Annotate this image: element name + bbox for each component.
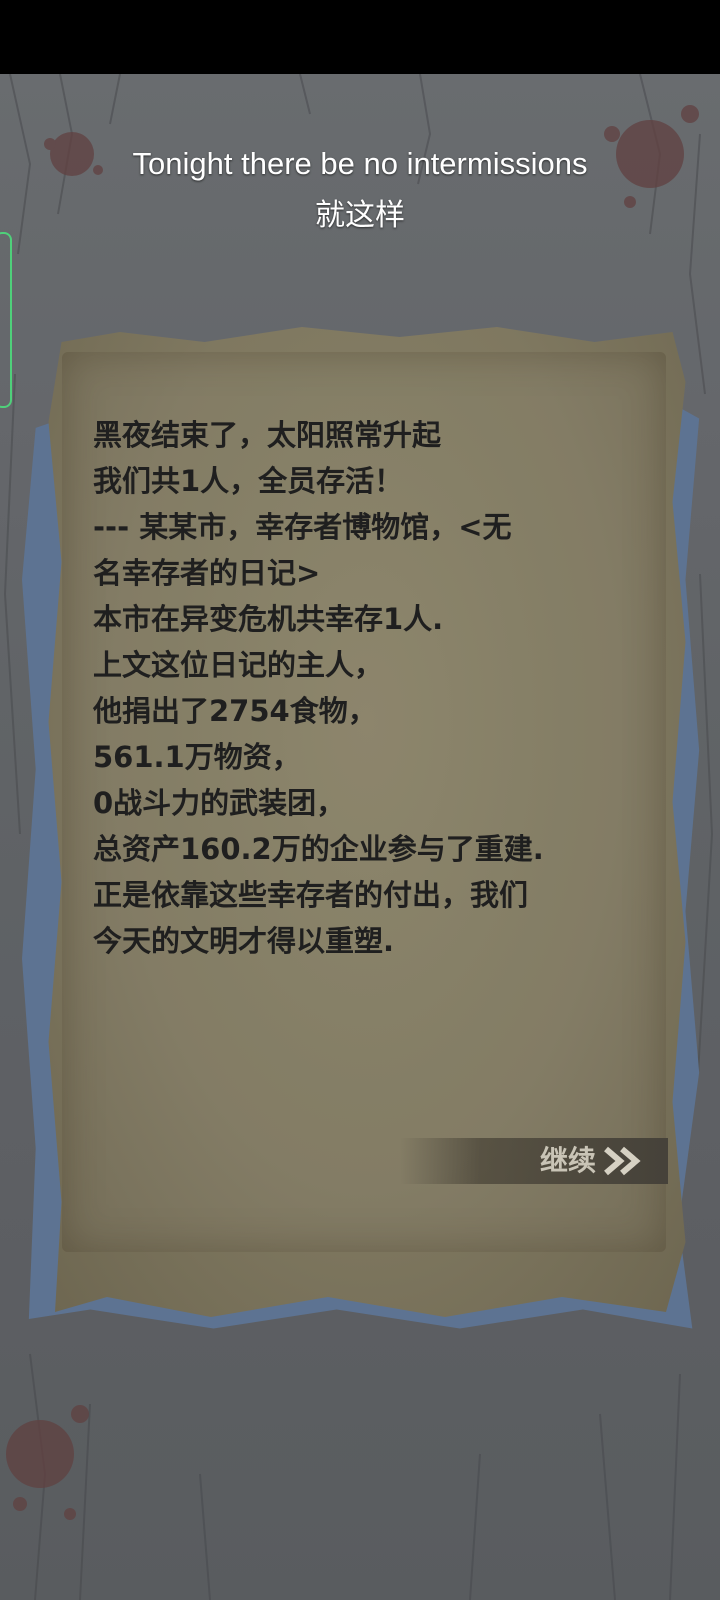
continue-label: 继续 <box>539 1144 596 1177</box>
diary-line: 名幸存者的日记> <box>93 556 321 590</box>
diary-line: 他捐出了2754食物， <box>93 694 377 728</box>
double-chevron-right-icon <box>604 1146 641 1176</box>
subtitle-chinese: 就这样 <box>315 198 405 233</box>
diary-text: 黑夜结束了，太阳照常升起 我们共1人，全员存活！ --- 某某市，幸存者博物馆，… <box>93 412 653 964</box>
diary-line: 561.1万物资， <box>93 740 301 774</box>
diary-line: 总资产160.2万的企业参与了重建. <box>93 832 544 866</box>
diary-line: 黑夜结束了，太阳照常升起 <box>93 418 442 452</box>
diary-line: 我们共1人，全员存活！ <box>93 464 404 498</box>
status-bar <box>0 0 720 74</box>
diary-line: 0战斗力的武装团， <box>93 786 346 820</box>
diary-line: 本市在异变危机共幸存1人. <box>93 602 444 636</box>
diary-line: 今天的文明才得以重塑. <box>93 924 395 958</box>
continue-button[interactable]: 继续 <box>400 1138 668 1184</box>
side-edge-tab[interactable] <box>0 232 12 408</box>
diary-line: 正是依靠这些幸存者的付出，我们 <box>93 878 529 912</box>
diary-line: --- 某某市，幸存者博物馆，<无 <box>93 510 512 544</box>
diary-line: 上文这位日记的主人， <box>93 648 384 682</box>
subtitle-english: Tonight there be no intermissions <box>132 146 588 181</box>
